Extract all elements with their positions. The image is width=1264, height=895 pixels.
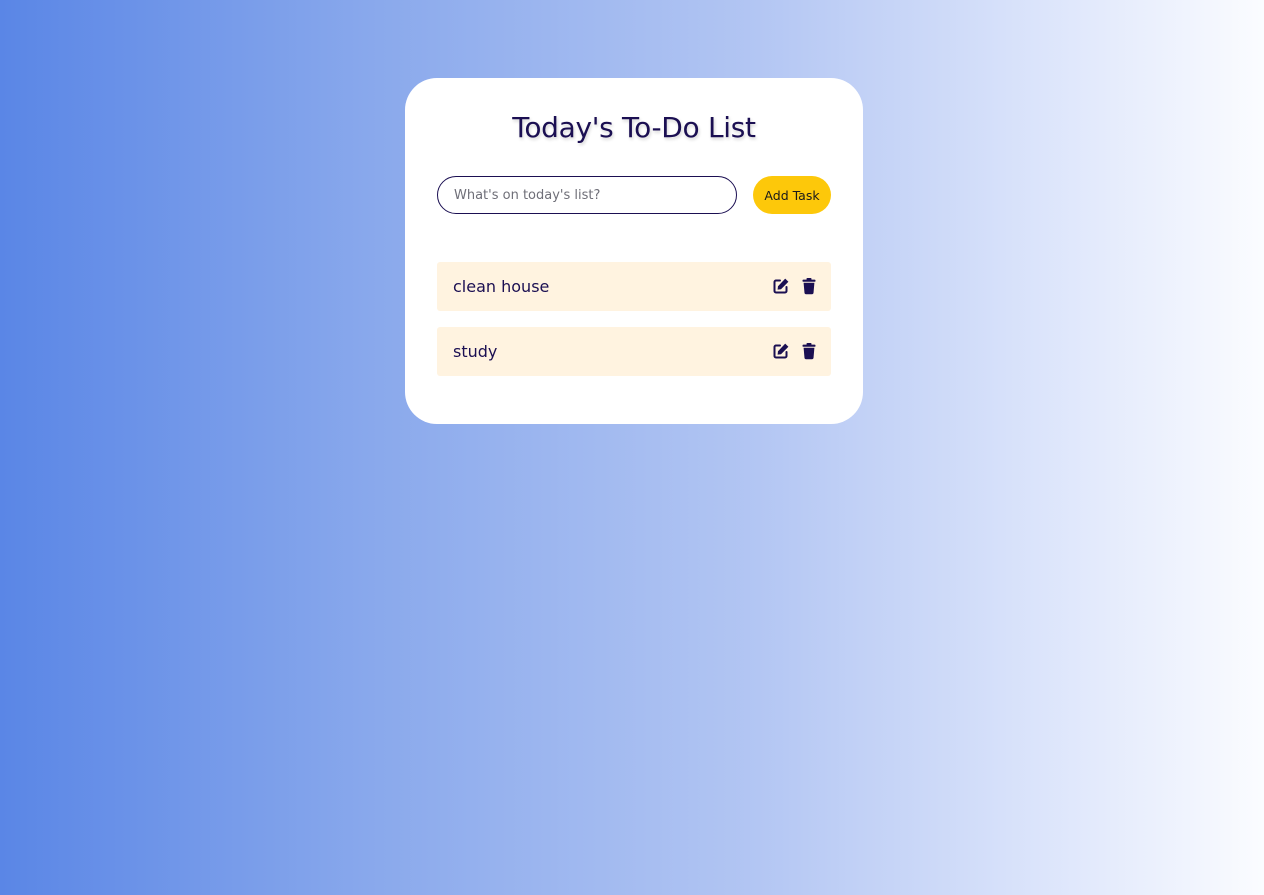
todo-card: Today's To-Do List Add Task clean house <box>405 78 863 424</box>
trash-icon <box>800 277 818 295</box>
edit-icon <box>772 342 790 360</box>
trash-icon <box>800 342 818 360</box>
edit-icon <box>772 277 790 295</box>
task-input[interactable] <box>437 176 737 214</box>
edit-task-button[interactable] <box>772 277 790 295</box>
delete-task-button[interactable] <box>800 342 818 360</box>
task-label: clean house <box>453 277 550 296</box>
task-item: study <box>437 327 831 376</box>
task-label: study <box>453 342 498 361</box>
add-task-button[interactable]: Add Task <box>753 176 831 214</box>
delete-task-button[interactable] <box>800 277 818 295</box>
task-item: clean house <box>437 262 831 311</box>
task-list: clean house study <box>437 262 831 392</box>
add-task-form: Add Task <box>437 176 831 214</box>
edit-task-button[interactable] <box>772 342 790 360</box>
page-title: Today's To-Do List <box>512 111 756 144</box>
